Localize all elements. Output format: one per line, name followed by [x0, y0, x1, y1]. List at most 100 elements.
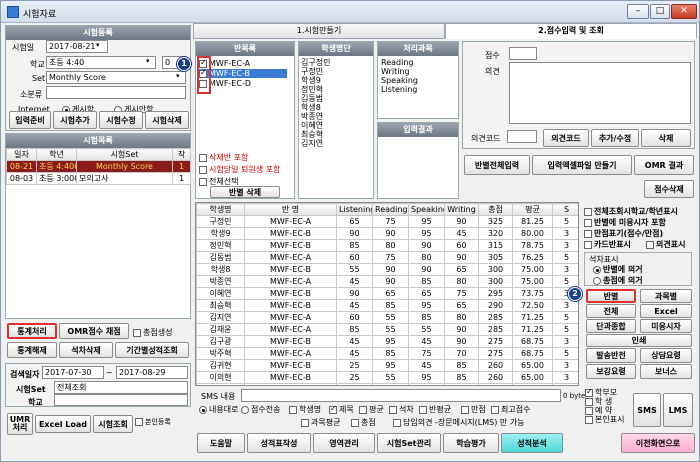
score-col-header[interactable]: Reading [372, 203, 409, 216]
subject-report-button[interactable]: 과목별 [640, 289, 692, 303]
class-item-selected[interactable]: MWF-EC-B [199, 68, 287, 78]
sms-check-total[interactable]: 총점 [351, 417, 376, 428]
score-cell[interactable]: 90 [444, 335, 479, 348]
score-cell[interactable]: 90 [444, 251, 479, 264]
score-cell[interactable]: MWF-EC-B [244, 263, 337, 276]
score-cell[interactable]: 260 [478, 371, 513, 384]
opinion-code-button[interactable]: 의견코드 [543, 129, 589, 147]
score-row[interactable]: 최승혁 MWF-EC-B 45 85 95 65 290 72.50 3 [196, 299, 578, 312]
score-row[interactable]: 학생8 MWF-EC-B 55 90 90 65 300 75.00 3 [196, 263, 578, 276]
all-report-button[interactable]: 전체 [586, 304, 636, 318]
score-cell[interactable]: 90 [408, 239, 445, 252]
delete-exam-button[interactable]: 시험삭제 [145, 111, 189, 129]
score-cell[interactable]: 3 [552, 263, 578, 276]
student-item[interactable]: 구정민 [301, 67, 373, 76]
excel-make-button[interactable]: 입력엑셀파일 만들기 [532, 155, 632, 175]
score-cell[interactable]: 85 [408, 311, 445, 324]
score-cell[interactable]: MWF-EC-A [244, 215, 337, 228]
score-cell[interactable]: 90 [336, 287, 373, 300]
print-button[interactable]: 인쇄 [586, 334, 692, 347]
sms-check-subject-avg[interactable]: 과목평균 [301, 417, 340, 428]
score-cell[interactable]: MWF-EC-B [244, 299, 337, 312]
help-button[interactable]: 도움말 [197, 433, 245, 453]
opinion-textarea[interactable] [509, 62, 691, 124]
score-cell[interactable]: 55 [372, 371, 409, 384]
score-cell[interactable]: 95 [408, 215, 445, 228]
prepare-button[interactable]: 입력준비 [9, 111, 51, 129]
score-cell[interactable]: 55 [408, 323, 445, 336]
score-cell[interactable]: 60 [336, 251, 373, 264]
score-cell[interactable]: 3 [552, 299, 578, 312]
score-cell[interactable]: 70 [444, 347, 479, 360]
score-cell[interactable]: MWF-EC-A [244, 275, 337, 288]
score-row[interactable]: 김재윤 MWF-EC-A 85 55 55 90 285 71.25 5 [196, 323, 578, 336]
omr-result-button[interactable]: OMR 결과 [634, 155, 694, 175]
bonus-button[interactable]: 보너스 [640, 364, 692, 379]
score-cell[interactable]: 65 [336, 215, 373, 228]
student-item[interactable]: 박종연 [301, 112, 373, 121]
score-cell[interactable]: 275 [478, 335, 513, 348]
score-row[interactable]: 정민혁 MWF-EC-B 85 80 90 60 315 78.75 3 [196, 239, 578, 252]
search-school-select[interactable] [54, 394, 188, 406]
sms-button[interactable]: SMS [633, 393, 661, 427]
sms-check-max[interactable]: 최고점수 [491, 404, 530, 415]
subject-item[interactable]: Reading [381, 58, 418, 67]
score-cell[interactable]: 3 [552, 335, 578, 348]
score-cell[interactable]: 김지연 [196, 311, 245, 324]
excel-export-button[interactable]: Excel [640, 304, 692, 318]
score-cell[interactable]: 85 [372, 299, 409, 312]
send-button[interactable]: 발송반전 [586, 348, 636, 363]
score-cell[interactable]: 85 [336, 323, 373, 336]
score-cell[interactable]: 62.50 [512, 383, 553, 385]
score-cell[interactable]: 5 [552, 275, 578, 288]
score-col-header[interactable]: Speaking [408, 203, 445, 216]
subject-item[interactable]: Speaking [381, 76, 418, 85]
total-gen-checkbox[interactable]: 총점생성 [133, 327, 172, 338]
prev-screen-button[interactable]: 이전화면으로 [621, 433, 695, 453]
score-cell[interactable]: MWF-EC-A [244, 311, 337, 324]
score-cell[interactable]: 65 [444, 299, 479, 312]
score-cell[interactable]: 85 [408, 383, 445, 385]
score-cell[interactable]: 45 [336, 347, 373, 360]
score-cell[interactable]: 65.00 [512, 371, 553, 384]
student-item[interactable]: 최승혁 [301, 130, 373, 139]
score-row[interactable]: 김구광 MWF-EC-B 45 95 45 90 275 68.75 3 [196, 335, 578, 348]
score-cell[interactable]: 76.25 [512, 251, 553, 264]
opt-show-opinion[interactable]: 의견표시 [646, 239, 685, 250]
score-cell[interactable]: 85 [408, 275, 445, 288]
unit-summary-button[interactable]: 단과종합 [586, 319, 636, 333]
score-cell[interactable]: 5 [552, 215, 578, 228]
score-input[interactable] [509, 47, 537, 60]
score-cell[interactable]: 학생8 [196, 263, 245, 276]
score-cell[interactable]: 95 [408, 227, 445, 240]
sms-content-radio[interactable]: 내용대로 [199, 404, 238, 415]
include-deleted-checkbox[interactable]: 삭제반 포함 [199, 152, 248, 163]
minimize-button[interactable]: – [627, 4, 649, 19]
score-cell[interactable]: 30 [336, 383, 373, 385]
score-cell[interactable]: 78.75 [512, 239, 553, 252]
exam-list-row-selected[interactable]: 08-21 초등 4:400 Monthly Score 1 [6, 160, 191, 173]
opt-school-grade[interactable]: 전체조회시학교/학년표시 [584, 206, 678, 217]
score-col-header[interactable]: 학생명 [196, 203, 245, 216]
omr-grade-button[interactable]: OMR점수 채점 [59, 323, 129, 339]
score-cell[interactable]: 45 [408, 359, 445, 372]
score-cell[interactable]: 5 [552, 347, 578, 360]
score-col-header[interactable]: Listening [336, 203, 373, 216]
score-cell[interactable]: 김재윤 [196, 323, 245, 336]
score-cell[interactable]: 65.00 [512, 359, 553, 372]
area-manage-button[interactable]: 영역관리 [313, 433, 375, 453]
score-cell[interactable]: 60 [336, 311, 373, 324]
score-cell[interactable]: 75.00 [512, 263, 553, 276]
close-button[interactable]: ✕ [671, 4, 697, 19]
score-cell[interactable]: 71.25 [512, 323, 553, 336]
target-reserve[interactable]: 예 약 [585, 406, 631, 415]
score-cell[interactable]: 80 [444, 275, 479, 288]
sms-check-full[interactable]: 만점 [461, 404, 486, 415]
score-cell[interactable]: 25 [336, 371, 373, 384]
to-date-field[interactable]: 2017-08-29 [116, 366, 188, 379]
target-own[interactable]: 본인표시 [585, 415, 631, 424]
score-cell[interactable]: 285 [478, 323, 513, 336]
score-clear-button[interactable]: 점수삭제 [644, 180, 694, 198]
score-cell[interactable]: 45 [408, 335, 445, 348]
score-cell[interactable]: 95 [408, 371, 445, 384]
